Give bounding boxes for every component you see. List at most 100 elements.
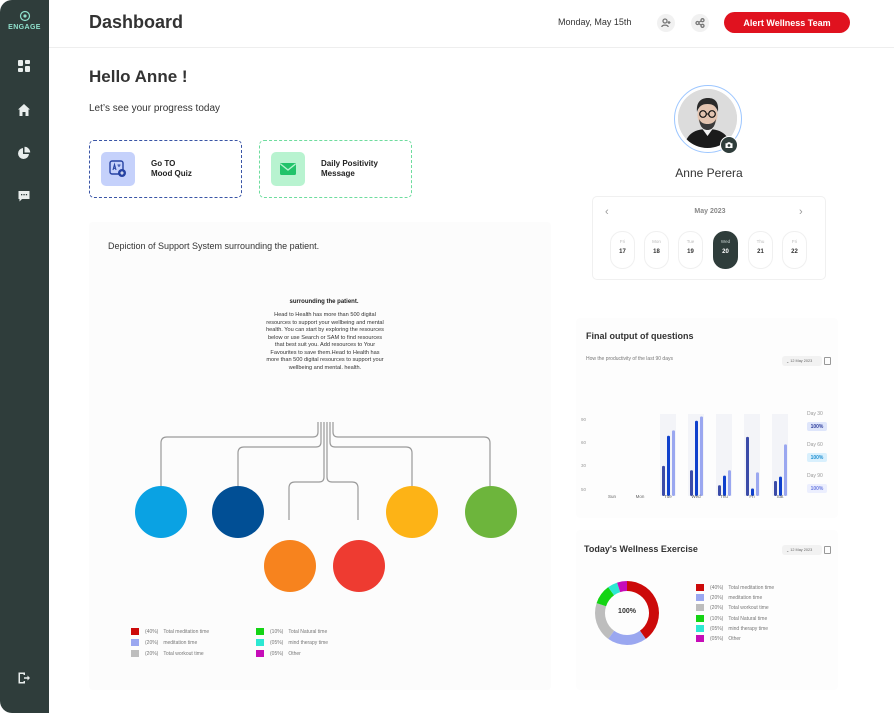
y-tick-label: 30: [581, 463, 587, 468]
support-system-panel: Depiction of Support System surrounding …: [89, 222, 551, 690]
sidebar-item-reports[interactable]: [12, 141, 36, 165]
support-node-4[interactable]: [333, 540, 385, 592]
bar-tue-2: [667, 435, 670, 496]
day-30-badge: 100%: [807, 422, 827, 431]
day-name: Fri: [619, 239, 626, 244]
day-date: 18: [653, 249, 660, 255]
legend-pct: (20%): [710, 594, 724, 601]
legend-label: meditation time: [728, 594, 763, 601]
greeting-subtitle: Let’s see your progress today: [89, 103, 221, 114]
bar-fri-3: [756, 472, 759, 496]
change-photo-button[interactable]: [720, 136, 738, 154]
support-legend-item: (20%) Total workout time: [131, 650, 204, 657]
calendar-day-selected[interactable]: Wed 20: [713, 231, 738, 269]
legend-label: Total workout time: [163, 650, 204, 657]
day-60-badge: 100%: [807, 453, 827, 462]
legend-swatch: [131, 639, 139, 646]
date-chip-text: 12 May 2023: [790, 548, 813, 552]
y-tick-label: 60: [581, 440, 587, 445]
bar-sat-3: [784, 444, 787, 496]
legend-pct: (40%): [710, 584, 724, 591]
support-node-2[interactable]: [212, 486, 264, 538]
support-node-6[interactable]: [465, 486, 517, 538]
logout-button[interactable]: [12, 666, 36, 690]
date-picker[interactable]: ⌄ 12 May 2023: [782, 545, 822, 555]
support-node-1[interactable]: [135, 486, 187, 538]
chevron-left-icon: ‹: [605, 206, 609, 218]
bar-tue-3: [672, 430, 675, 496]
mail-icon: [280, 163, 296, 175]
daily-positivity-label: Daily Positivity Message: [321, 159, 378, 178]
legend-pct: (05%): [710, 625, 724, 632]
alert-wellness-team-button[interactable]: Alert Wellness Team: [724, 12, 850, 33]
sidebar-item-home[interactable]: [12, 98, 36, 122]
legend-swatch: [256, 639, 264, 646]
bar-wed-3: [700, 416, 703, 496]
camera-icon: [725, 142, 733, 148]
bar-thu-3: [728, 470, 731, 496]
header-date: Monday, May 15th: [558, 17, 632, 27]
legend-pct: (05%): [270, 650, 284, 657]
x-tick-label: Wed: [691, 494, 701, 499]
app-window: ENGAGE Dashboard Monday, May 15th Alert …: [0, 0, 894, 713]
day-name: Mon: [652, 239, 661, 244]
connections-button[interactable]: [691, 14, 709, 32]
bar-wed-1: [690, 470, 693, 496]
x-tick-label: Fri: [749, 494, 754, 499]
wellness-legend-item: (20%) Total workout time: [696, 604, 769, 611]
support-node-3[interactable]: [264, 540, 316, 592]
day-90-badge: 100%: [807, 484, 827, 493]
day-name: Fri: [791, 239, 798, 244]
chevron-right-icon: ›: [799, 206, 803, 218]
support-legend-item: (20%) meditation time: [131, 639, 197, 646]
wellness-exercise-card: Today's Wellness Exercise ⌄ 12 May 2023 …: [576, 530, 838, 690]
y-tick-label: 50: [581, 487, 587, 492]
brand-name: ENGAGE: [8, 24, 41, 31]
brand-logo[interactable]: ENGAGE: [0, 10, 49, 31]
greeting-title: Hello Anne !: [89, 67, 188, 86]
donut-slice-2: [608, 630, 646, 645]
legend-swatch: [696, 635, 704, 642]
legend-label: Total meditation time: [728, 584, 775, 591]
sidebar-item-messages[interactable]: [12, 184, 36, 208]
calendar-day[interactable]: Tue 19: [678, 231, 703, 269]
legend-pct: (05%): [270, 639, 284, 646]
legend-swatch: [696, 615, 704, 622]
wellness-title: Today's Wellness Exercise: [584, 544, 698, 554]
day-date: 20: [722, 249, 729, 255]
x-tick-label: Mon: [636, 494, 645, 499]
share-network-icon: [695, 18, 705, 28]
support-legend-item: (40%) Total meditation time: [131, 628, 209, 635]
calendar-day[interactable]: Thu 21: [748, 231, 773, 269]
calendar-next-button[interactable]: ›: [799, 206, 803, 218]
page-title: Dashboard: [89, 12, 184, 32]
support-legend-item: (10%) Total Natural time: [256, 628, 327, 635]
logo-icon: [19, 10, 30, 22]
day-name: Thu: [756, 239, 765, 244]
support-legend-item: (05%) mind therapy time: [256, 639, 328, 646]
badge-label: Day 30: [807, 411, 823, 417]
legend-swatch: [696, 625, 704, 632]
mood-quiz-card[interactable]: Go TO Mood Quiz: [89, 140, 242, 198]
x-tick-label: Sat: [777, 494, 785, 499]
profile-name: Anne Perera: [675, 166, 743, 180]
top-header: Dashboard Monday, May 15th Alert Wellnes…: [49, 0, 894, 48]
calendar-icon[interactable]: [824, 546, 831, 554]
support-node-5[interactable]: [386, 486, 438, 538]
legend-pct: (05%): [710, 635, 724, 642]
add-user-button[interactable]: [657, 14, 675, 32]
calendar-day[interactable]: Mon 18: [644, 231, 669, 269]
calendar-day[interactable]: Fri 22: [782, 231, 807, 269]
sidebar-item-dashboard[interactable]: [12, 54, 36, 78]
wellness-legend-item: (05%) Other: [696, 635, 741, 642]
y-tick-label: 90: [581, 417, 587, 422]
calendar-day[interactable]: Fri 17: [610, 231, 635, 269]
daily-positivity-card[interactable]: Daily Positivity Message: [259, 140, 412, 198]
x-tick-label: Tue: [664, 494, 672, 499]
mood-quiz-icon-box: [101, 152, 135, 186]
bar-wed-2: [695, 420, 698, 496]
legend-pct: (10%): [270, 628, 284, 635]
legend-label: mind therapy time: [728, 625, 769, 632]
calendar-prev-button[interactable]: ‹: [605, 206, 609, 218]
grid-icon: [18, 60, 30, 72]
